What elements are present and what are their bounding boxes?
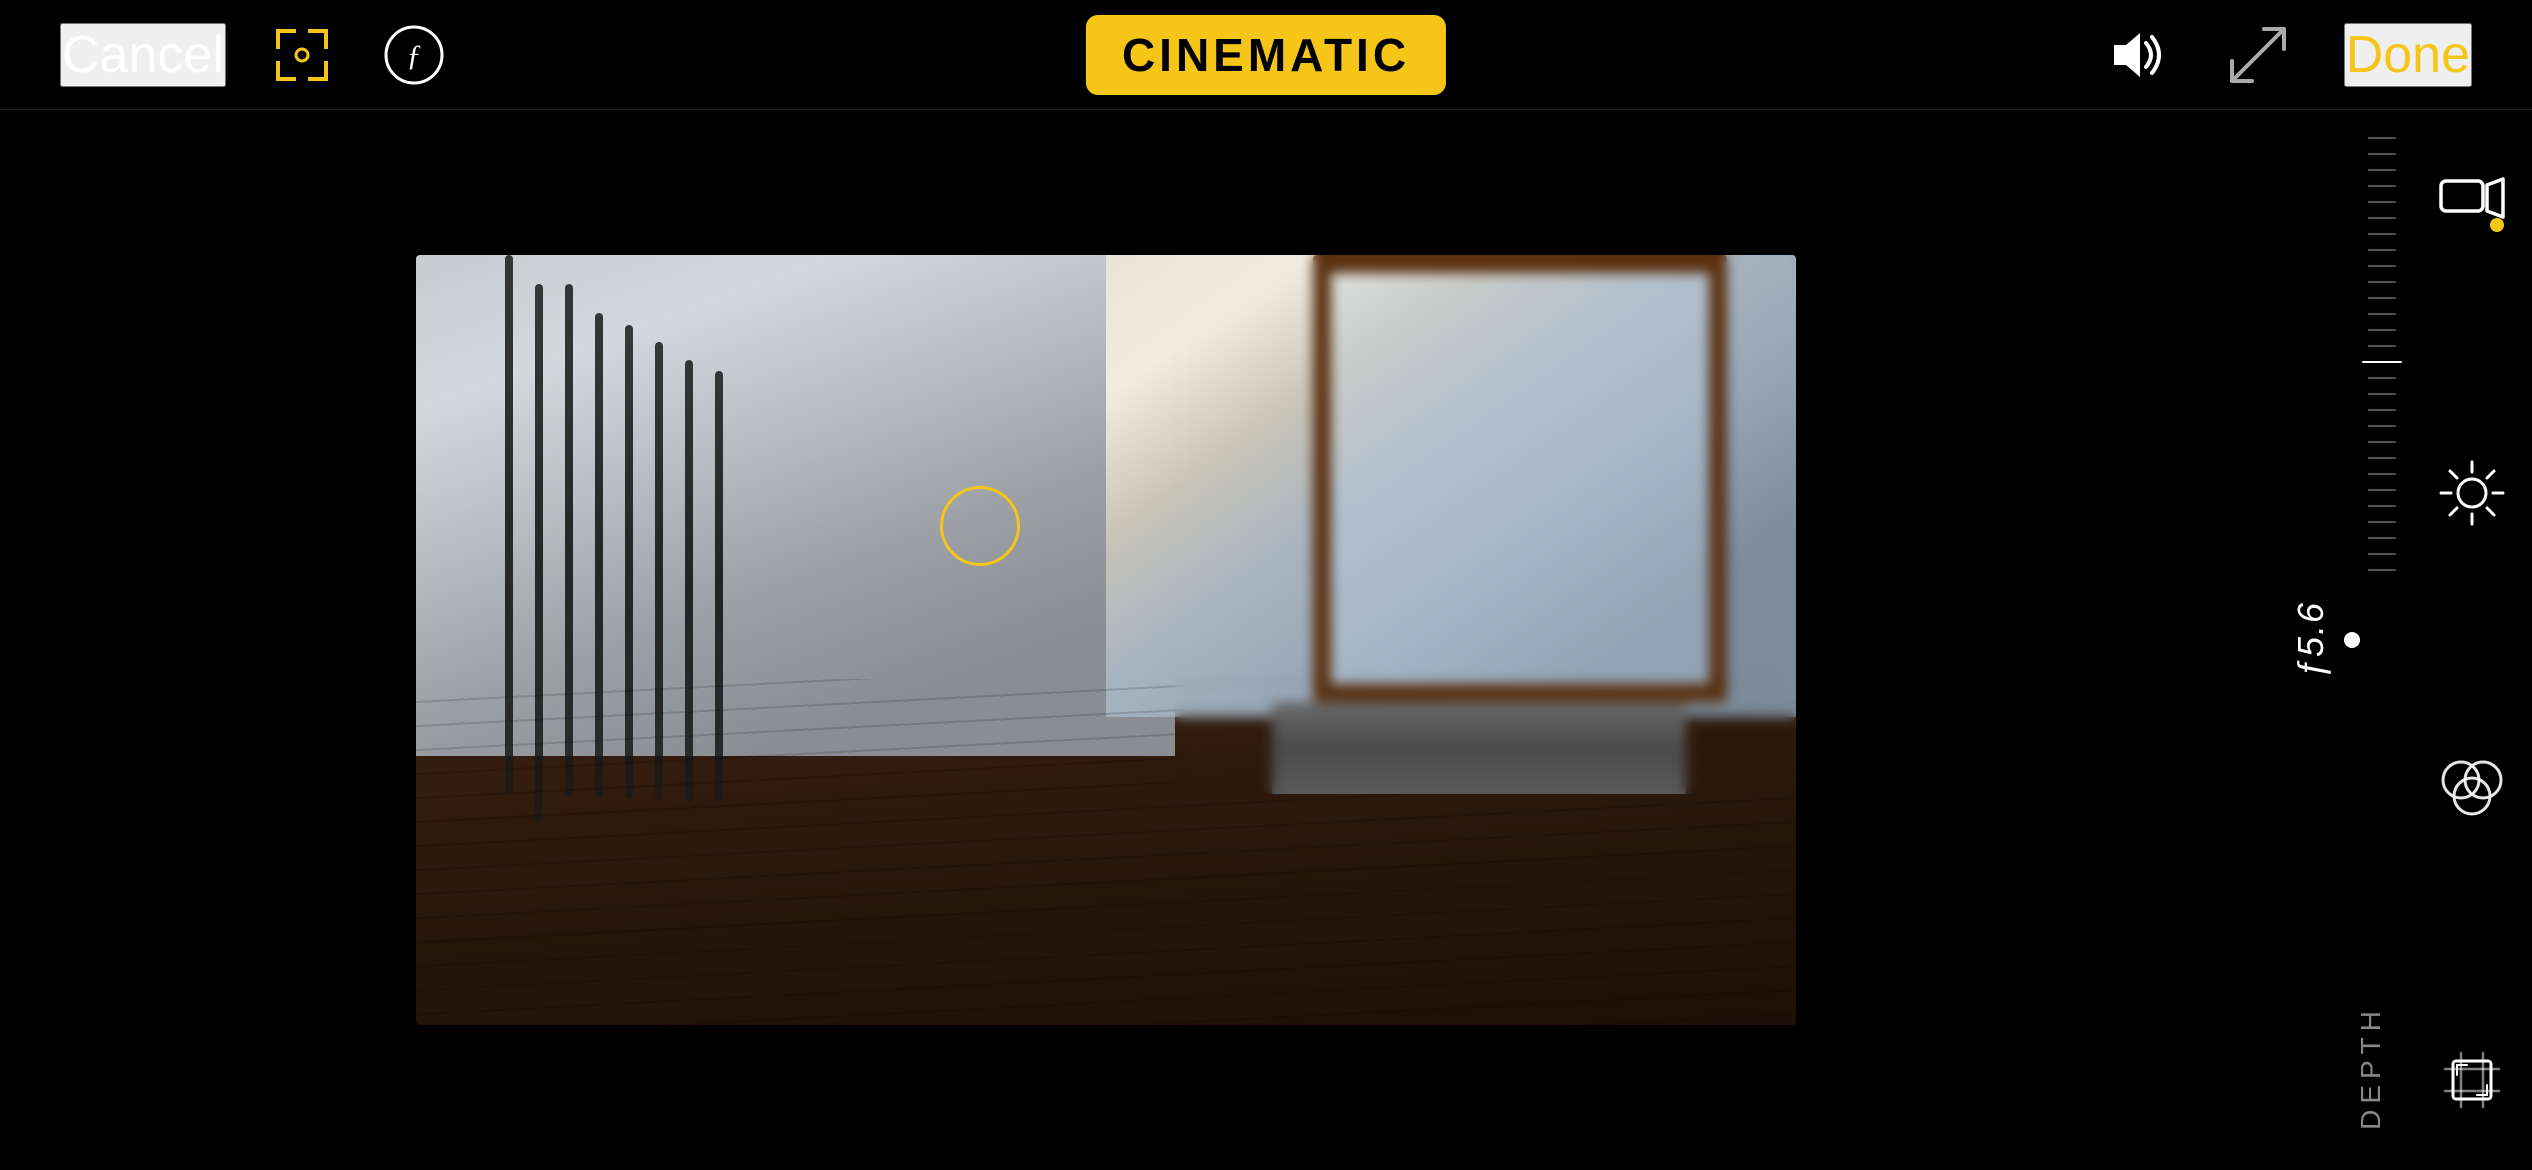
slider-tick xyxy=(2368,425,2396,427)
slider-tick xyxy=(2368,489,2396,491)
crop-icon xyxy=(2437,1045,2507,1115)
blur-overlay xyxy=(1175,255,1796,794)
slider-tick xyxy=(2368,521,2396,523)
aperture-f-button[interactable]: ƒ xyxy=(378,19,450,91)
done-button[interactable]: Done xyxy=(2344,23,2472,87)
video-frame xyxy=(416,255,1796,1025)
slider-tick xyxy=(2368,377,2396,379)
speaker-icon xyxy=(2100,19,2172,91)
slider-tick xyxy=(2368,297,2396,299)
color-mix-button[interactable] xyxy=(2432,747,2512,827)
slider-tick xyxy=(2368,201,2396,203)
svg-text:ƒ: ƒ xyxy=(406,39,421,72)
slider-tick xyxy=(2368,473,2396,475)
slider-tick xyxy=(2368,249,2396,251)
slider-tick xyxy=(2368,505,2396,507)
aperture-slider[interactable]: ƒ5.6 xyxy=(2362,130,2402,1150)
aperture-f-icon: ƒ xyxy=(378,19,450,91)
crop-button[interactable] xyxy=(2432,1040,2512,1120)
resize-icon xyxy=(2222,19,2294,91)
resize-button[interactable] xyxy=(2222,19,2294,91)
video-area xyxy=(0,110,2212,1170)
slider-tick xyxy=(2368,169,2396,171)
main-content: ƒ5.6 xyxy=(0,110,2532,1170)
right-icons-panel xyxy=(2432,140,2512,1140)
slider-tick xyxy=(2368,537,2396,539)
slider-tick xyxy=(2368,313,2396,315)
slider-tick xyxy=(2368,185,2396,187)
right-panel: ƒ5.6 xyxy=(2212,110,2532,1170)
slider-tick xyxy=(2368,569,2396,571)
slider-tick xyxy=(2368,441,2396,443)
slider-tick xyxy=(2368,281,2396,283)
focus-indicator[interactable] xyxy=(940,486,1020,566)
slider-tick xyxy=(2368,137,2396,139)
slider-tick xyxy=(2368,217,2396,219)
speaker-button[interactable] xyxy=(2100,19,2172,91)
slider-track xyxy=(2362,130,2402,1150)
slider-tick xyxy=(2368,265,2396,267)
slider-tick xyxy=(2368,153,2396,155)
video-active-dot xyxy=(2490,218,2504,232)
slider-tick xyxy=(2368,233,2396,235)
cinematic-badge-container: CINEMATIC xyxy=(1086,28,1446,82)
adjustments-button[interactable] xyxy=(2432,453,2512,533)
slider-thumb[interactable] xyxy=(2344,632,2360,648)
aperture-value: ƒ5.6 xyxy=(2290,601,2332,679)
top-bar-left: Cancel ƒ xyxy=(60,19,450,91)
adjustments-icon xyxy=(2437,458,2507,528)
slider-tick xyxy=(2368,345,2396,347)
depth-label: DEPTH xyxy=(2355,1005,2387,1130)
slider-tick xyxy=(2368,553,2396,555)
video-camera-button[interactable] xyxy=(2432,160,2512,240)
cinematic-badge: CINEMATIC xyxy=(1086,15,1446,95)
slider-tick xyxy=(2368,329,2396,331)
slider-tick xyxy=(2368,457,2396,459)
slider-tick xyxy=(2368,393,2396,395)
focus-square-button[interactable] xyxy=(266,19,338,91)
focus-square-icon xyxy=(266,19,338,91)
color-mix-icon xyxy=(2437,752,2507,822)
top-bar: Cancel ƒ CINEMATIC xyxy=(0,0,2532,110)
slider-tick xyxy=(2362,361,2402,363)
top-bar-right: Done xyxy=(2100,19,2472,91)
cancel-button[interactable]: Cancel xyxy=(60,23,226,87)
slider-tick xyxy=(2368,409,2396,411)
